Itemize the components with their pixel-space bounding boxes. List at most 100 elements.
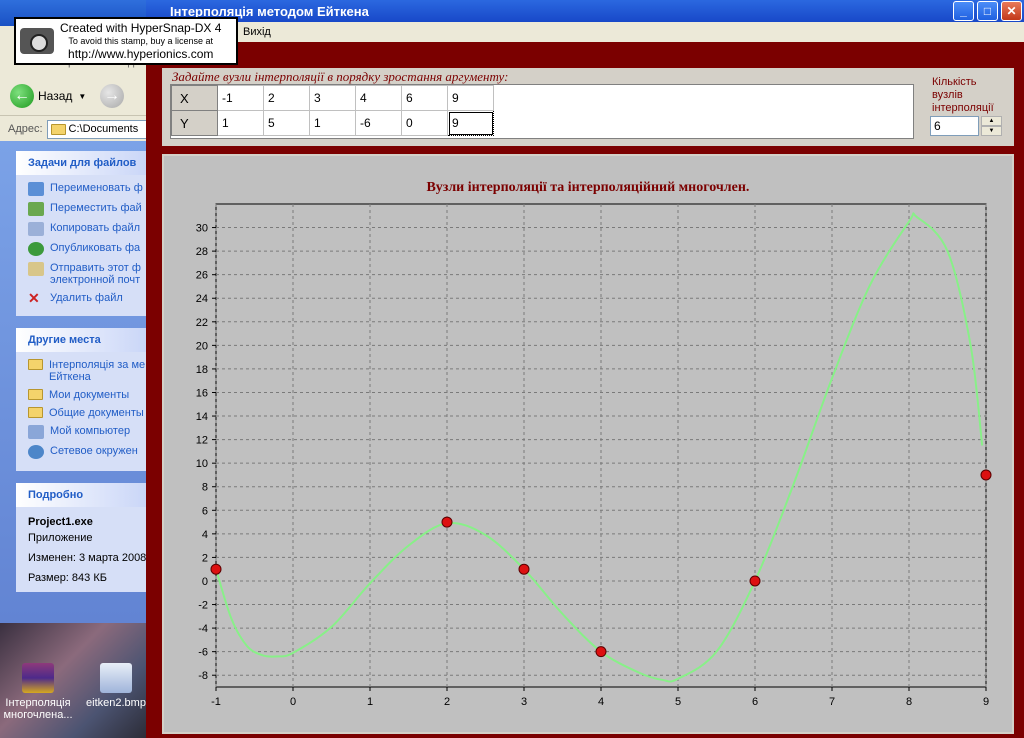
grid-cell-y-selected[interactable]: 9 bbox=[447, 110, 494, 136]
x-tick-label: 3 bbox=[521, 696, 527, 708]
close-button[interactable]: ✕ bbox=[1001, 1, 1022, 21]
y-tick-label: -2 bbox=[198, 600, 208, 612]
grid-cell-x[interactable]: 4 bbox=[355, 85, 402, 111]
grid-cell-x[interactable]: -1 bbox=[217, 85, 264, 111]
nodes-input-caption: Задайте вузли інтерполяції в порядку зро… bbox=[172, 69, 509, 84]
y-tick-label: 28 bbox=[196, 246, 208, 258]
stamp-line-3: http://www.hyperionics.com bbox=[68, 46, 214, 61]
desktop-icon-bmp[interactable]: eitken2.bmp bbox=[80, 663, 150, 709]
desktop-icon-archive[interactable]: Інтерполяція многочлена... bbox=[2, 663, 74, 721]
y-tick-label: 0 bbox=[202, 576, 208, 588]
back-label: Назад bbox=[38, 89, 73, 103]
y-tick-label: 30 bbox=[196, 223, 208, 235]
computer-icon bbox=[28, 425, 44, 439]
explorer-task-pane: Задачи для файлов Переименовать ф Переме… bbox=[0, 141, 150, 623]
y-tick-label: 6 bbox=[202, 505, 208, 517]
task-email[interactable]: Отправить этот ф электронной почт bbox=[28, 262, 150, 286]
folder-icon bbox=[50, 123, 66, 135]
x-tick-label: 9 bbox=[983, 696, 989, 708]
grid-header-y: Y bbox=[171, 110, 218, 136]
grid-cell-y[interactable]: -6 bbox=[355, 110, 402, 136]
documents-icon bbox=[28, 389, 43, 400]
interpolation-node bbox=[980, 469, 992, 481]
x-tick-label: 6 bbox=[752, 696, 758, 708]
chevron-down-icon[interactable]: ▼ bbox=[78, 92, 86, 101]
grid-cell-x[interactable]: 6 bbox=[401, 85, 448, 111]
stamp-line-2: To avoid this stamp, buy a license at bbox=[68, 35, 213, 46]
back-arrow-icon: ← bbox=[10, 84, 34, 108]
chart-panel: Вузли інтерполяції та інтерполяційний мн… bbox=[162, 154, 1014, 734]
task-delete[interactable]: ✕ Удалить файл bbox=[28, 290, 150, 306]
details-title[interactable]: Подробно bbox=[16, 483, 150, 507]
place-my-documents[interactable]: Мои документы bbox=[28, 389, 150, 401]
x-tick-label: 0 bbox=[290, 696, 296, 708]
task-move[interactable]: Переместить фай bbox=[28, 202, 150, 216]
y-tick-label: 12 bbox=[196, 435, 208, 447]
x-tick-label: 2 bbox=[444, 696, 450, 708]
spin-down-button[interactable]: ▼ bbox=[981, 126, 1002, 136]
details-type: Приложение bbox=[28, 532, 93, 544]
task-rename[interactable]: Переименовать ф bbox=[28, 182, 150, 196]
grid-cell-y[interactable]: 1 bbox=[217, 110, 264, 136]
y-tick-label: 20 bbox=[196, 340, 208, 352]
x-tick-label: 5 bbox=[675, 696, 681, 708]
place-my-computer[interactable]: Мой компьютер bbox=[28, 425, 150, 439]
address-bar: Адрес: C:\Documents bbox=[0, 118, 150, 140]
address-input[interactable]: C:\Documents bbox=[46, 119, 150, 139]
details-modified: Изменен: 3 марта 2008 bbox=[28, 552, 147, 564]
maximize-button[interactable]: □ bbox=[977, 1, 998, 21]
grid-cell-x[interactable]: 3 bbox=[309, 85, 356, 111]
place-shared-documents[interactable]: Общие документы bbox=[28, 407, 150, 419]
app-client-area: Задайте вузли інтерполяції в порядку зро… bbox=[146, 42, 1024, 738]
interpolation-chart: -1 0 1 2 3 4 5 6 7 8 9-8-6-4-202468101214161820222… bbox=[196, 203, 992, 708]
forward-button[interactable]: → bbox=[100, 84, 124, 108]
y-tick-label: 4 bbox=[202, 529, 208, 541]
details-size: Размер: 843 КБ bbox=[28, 572, 107, 584]
grid-row-x: X -1 2 3 4 6 9 bbox=[171, 85, 494, 111]
minimize-button[interactable]: _ bbox=[953, 1, 974, 21]
y-tick-label: 24 bbox=[196, 293, 208, 305]
node-count-spinner: ▲ ▼ bbox=[930, 116, 1002, 136]
x-tick-label: -1 bbox=[211, 696, 221, 708]
menu-exit[interactable]: Вихід bbox=[243, 26, 271, 38]
task-copy[interactable]: Копировать файл bbox=[28, 222, 150, 236]
camera-icon bbox=[20, 28, 54, 54]
spin-up-button[interactable]: ▲ bbox=[981, 116, 1002, 126]
file-tasks-title[interactable]: Задачи для файлов bbox=[16, 151, 150, 175]
other-places-title[interactable]: Другие места bbox=[16, 328, 150, 352]
interpolation-node bbox=[441, 516, 453, 528]
y-tick-label: 10 bbox=[196, 458, 208, 470]
grid-cell-y[interactable]: 5 bbox=[263, 110, 310, 136]
y-tick-label: -8 bbox=[198, 670, 208, 682]
copy-icon bbox=[28, 222, 44, 236]
interpolation-node bbox=[518, 563, 530, 575]
task-publish[interactable]: Опубликовать фа bbox=[28, 242, 150, 256]
move-icon bbox=[28, 202, 44, 216]
rename-icon bbox=[28, 182, 44, 196]
delete-icon: ✕ bbox=[28, 290, 40, 306]
y-tick-label: 8 bbox=[202, 482, 208, 494]
y-tick-label: -6 bbox=[198, 647, 208, 659]
place-folder[interactable]: Інтерполяція за ме Ейткена bbox=[28, 359, 150, 383]
stamp-line-1: Created with HyperSnap-DX 4 bbox=[60, 20, 222, 35]
desktop-background: Інтерполяція многочлена... eitken2.bmp bbox=[0, 623, 150, 738]
address-value: C:\Documents bbox=[68, 123, 139, 135]
forward-arrow-icon: → bbox=[100, 84, 124, 108]
y-tick-label: 26 bbox=[196, 270, 208, 282]
y-tick-label: 14 bbox=[196, 411, 208, 423]
grid-cell-x[interactable]: 9 bbox=[447, 85, 494, 111]
back-button[interactable]: ← Назад ▼ bbox=[10, 84, 88, 108]
y-tick-label: -4 bbox=[198, 623, 208, 635]
app-menubar: Вихід bbox=[146, 22, 1024, 42]
app-window: Інтерполяція методом Ейткена _ □ ✕ Вихід… bbox=[146, 0, 1024, 738]
folder-icon bbox=[28, 359, 43, 370]
grid-cell-x[interactable]: 2 bbox=[263, 85, 310, 111]
bitmap-file-icon bbox=[100, 663, 132, 693]
node-count-input[interactable] bbox=[930, 116, 979, 136]
place-network[interactable]: Сетевое окружен bbox=[28, 445, 150, 459]
grid-cell-y[interactable]: 1 bbox=[309, 110, 356, 136]
grid-cell-y[interactable]: 0 bbox=[401, 110, 448, 136]
x-tick-label: 4 bbox=[598, 696, 604, 708]
app-titlebar[interactable]: Інтерполяція методом Ейткена _ □ ✕ bbox=[146, 0, 1024, 22]
y-tick-label: 16 bbox=[196, 387, 208, 399]
